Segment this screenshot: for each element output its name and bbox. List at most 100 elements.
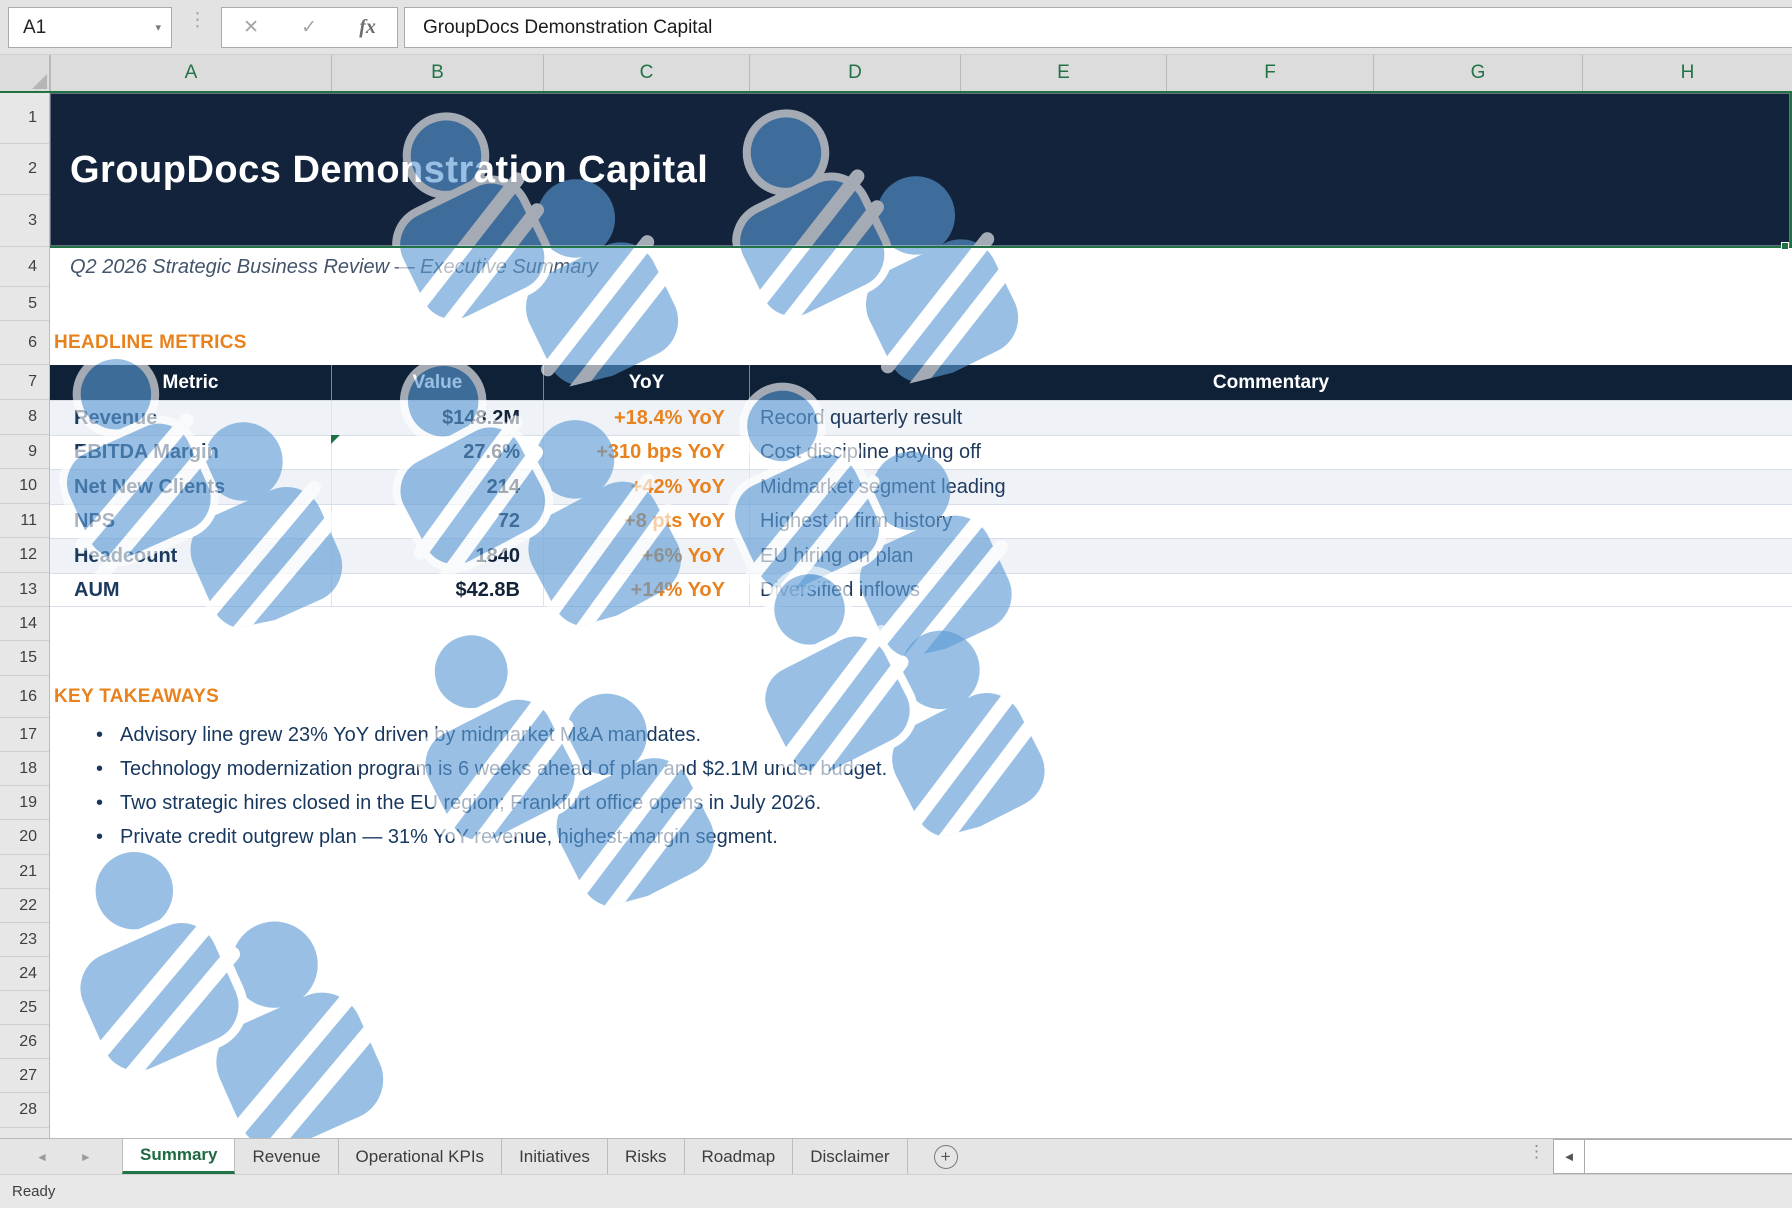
select-all-corner[interactable] xyxy=(0,55,50,91)
cell-yoy[interactable]: +14% YoY xyxy=(543,574,749,606)
sheet-tab-bar: ◄ ► SummaryRevenueOperational KPIsInitia… xyxy=(0,1138,1792,1174)
row-header-10[interactable]: 10 xyxy=(0,469,49,504)
cell-yoy[interactable]: +42% YoY xyxy=(543,470,749,504)
row-header-27[interactable]: 27 xyxy=(0,1059,49,1093)
row-header-1[interactable]: 1 xyxy=(0,93,49,144)
cell-yoy[interactable]: +8 pts YoY xyxy=(543,505,749,538)
name-box[interactable]: A1 ▾ xyxy=(8,7,172,48)
cell-value[interactable]: 72 xyxy=(331,505,543,538)
row-header-25[interactable]: 25 xyxy=(0,991,49,1025)
table-row: Net New Clients214+42% YoYMidmarket segm… xyxy=(50,469,1792,504)
row-header-9[interactable]: 9 xyxy=(0,435,49,469)
cell-metric[interactable]: NPS xyxy=(50,505,331,538)
cell-commentary[interactable]: Midmarket segment leading xyxy=(749,470,1792,504)
bullet-icon: • xyxy=(96,792,103,815)
sheet-grid[interactable]: GroupDocs Demonstration Capital Q2 2026 … xyxy=(50,93,1792,1138)
row-header-20[interactable]: 20 xyxy=(0,820,49,855)
row-header-6[interactable]: 6 xyxy=(0,321,49,365)
column-header-g[interactable]: G xyxy=(1373,55,1582,91)
row-header-26[interactable]: 26 xyxy=(0,1025,49,1059)
title-banner-cell[interactable]: GroupDocs Demonstration Capital xyxy=(50,93,1792,247)
takeaway-item[interactable]: •Advisory line grew 23% YoY driven by mi… xyxy=(50,718,1792,752)
cell-error-indicator-icon xyxy=(331,435,340,444)
cell-value[interactable]: $148.2M xyxy=(331,401,543,435)
row-header-18[interactable]: 18 xyxy=(0,752,49,786)
cell-value[interactable]: $42.8B xyxy=(331,574,543,606)
row-header-13[interactable]: 13 xyxy=(0,573,49,607)
formula-buttons: ✕ ✓ fx xyxy=(221,7,398,48)
cell-yoy[interactable]: +18.4% YoY xyxy=(543,401,749,435)
row-header-17[interactable]: 17 xyxy=(0,718,49,752)
sheet-tab-revenue[interactable]: Revenue xyxy=(235,1139,338,1174)
column-header-c[interactable]: C xyxy=(543,55,749,91)
row-header-8[interactable]: 8 xyxy=(0,400,49,435)
row-header-11[interactable]: 11 xyxy=(0,504,49,538)
row-header-24[interactable]: 24 xyxy=(0,957,49,991)
cell-commentary[interactable]: Record quarterly result xyxy=(749,401,1792,435)
cell-commentary[interactable]: Diversified inflows xyxy=(749,574,1792,606)
enter-icon[interactable]: ✓ xyxy=(301,16,317,39)
name-box-dropdown-icon[interactable]: ▾ xyxy=(155,21,161,34)
row-header-4[interactable]: 4 xyxy=(0,247,49,287)
row-header-19[interactable]: 19 xyxy=(0,786,49,820)
column-header-a[interactable]: A xyxy=(50,55,331,91)
cell-value[interactable]: 27.6% xyxy=(331,436,543,469)
cell-metric[interactable]: Net New Clients xyxy=(50,470,331,504)
hscroll-left-button[interactable]: ◄ xyxy=(1553,1139,1585,1174)
cell-value[interactable]: 1840 xyxy=(331,539,543,573)
sheet-tab-roadmap[interactable]: Roadmap xyxy=(685,1139,794,1174)
cell-metric[interactable]: Headcount xyxy=(50,539,331,573)
sheet-tab-disclaimer[interactable]: Disclaimer xyxy=(793,1139,907,1174)
takeaway-text: Two strategic hires closed in the EU reg… xyxy=(120,792,821,815)
column-header-d[interactable]: D xyxy=(749,55,960,91)
cell-metric[interactable]: AUM xyxy=(50,574,331,606)
row-header-5[interactable]: 5 xyxy=(0,287,49,321)
sheet-tab-operational-kpis[interactable]: Operational KPIs xyxy=(339,1139,503,1174)
column-header-f[interactable]: F xyxy=(1166,55,1373,91)
cell-yoy[interactable]: +6% YoY xyxy=(543,539,749,573)
status-text: Ready xyxy=(12,1183,55,1200)
table-row: Revenue$148.2M+18.4% YoYRecord quarterly… xyxy=(50,400,1792,435)
cell-commentary[interactable]: Highest in firm history xyxy=(749,505,1792,538)
row-header-3[interactable]: 3 xyxy=(0,195,49,247)
cell-metric[interactable]: Revenue xyxy=(50,401,331,435)
row-header-14[interactable]: 14 xyxy=(0,607,49,641)
row-header-21[interactable]: 21 xyxy=(0,855,49,889)
column-header-h[interactable]: H xyxy=(1582,55,1792,91)
cell-metric[interactable]: EBITDA Margin xyxy=(50,436,331,469)
hscroll-track[interactable] xyxy=(1585,1139,1792,1174)
takeaway-item[interactable]: •Technology modernization program is 6 w… xyxy=(50,752,1792,786)
insert-function-icon[interactable]: fx xyxy=(359,16,376,39)
metrics-table-header: Metric Value YoY Commentary xyxy=(50,365,1792,400)
cell-value[interactable]: 214 xyxy=(331,470,543,504)
row-header-15[interactable]: 15 xyxy=(0,641,49,676)
spreadsheet-window: A1 ▾ ⋮ ✕ ✓ fx GroupDocs Demonstration Ca… xyxy=(0,0,1792,1208)
cancel-icon[interactable]: ✕ xyxy=(243,16,259,39)
formula-bar[interactable]: GroupDocs Demonstration Capital xyxy=(404,7,1792,48)
takeaway-item[interactable]: • Two strategic hires closed in the EU re… xyxy=(50,786,1792,820)
row-header-23[interactable]: 23 xyxy=(0,923,49,957)
tab-scroll-left-icon[interactable]: ◄ xyxy=(36,1150,48,1164)
row-header-22[interactable]: 22 xyxy=(0,889,49,923)
report-subtitle: Q2 2026 Strategic Business Review — Exec… xyxy=(70,247,598,287)
sheet-tab-summary[interactable]: Summary xyxy=(122,1139,235,1174)
section-key-takeaways: KEY TAKEAWAYS xyxy=(54,676,219,718)
add-sheet-button[interactable]: + xyxy=(934,1145,958,1169)
column-header-b[interactable]: B xyxy=(331,55,543,91)
row-header-28[interactable]: 28 xyxy=(0,1093,49,1128)
row-header-7[interactable]: 7 xyxy=(0,365,49,400)
takeaway-item[interactable]: •Private credit outgrew plan — 31% YoY r… xyxy=(50,820,1792,854)
tabbar-splitter-icon[interactable]: ⋮ xyxy=(1528,1146,1545,1157)
cell-yoy[interactable]: +310 bps YoY xyxy=(543,436,749,469)
select-all-triangle-icon xyxy=(32,74,47,89)
row-header-2[interactable]: 2 xyxy=(0,144,49,195)
cell-commentary[interactable]: EU hiring on plan xyxy=(749,539,1792,573)
row-header-12[interactable]: 12 xyxy=(0,538,49,573)
tab-scroll-right-icon[interactable]: ► xyxy=(80,1150,92,1164)
takeaway-text: Advisory line grew 23% YoY driven by mid… xyxy=(120,724,701,747)
row-header-16[interactable]: 16 xyxy=(0,676,49,718)
column-header-e[interactable]: E xyxy=(960,55,1166,91)
cell-commentary[interactable]: Cost discipline paying off xyxy=(749,436,1792,469)
sheet-tab-risks[interactable]: Risks xyxy=(608,1139,685,1174)
sheet-tab-initiatives[interactable]: Initiatives xyxy=(502,1139,608,1174)
